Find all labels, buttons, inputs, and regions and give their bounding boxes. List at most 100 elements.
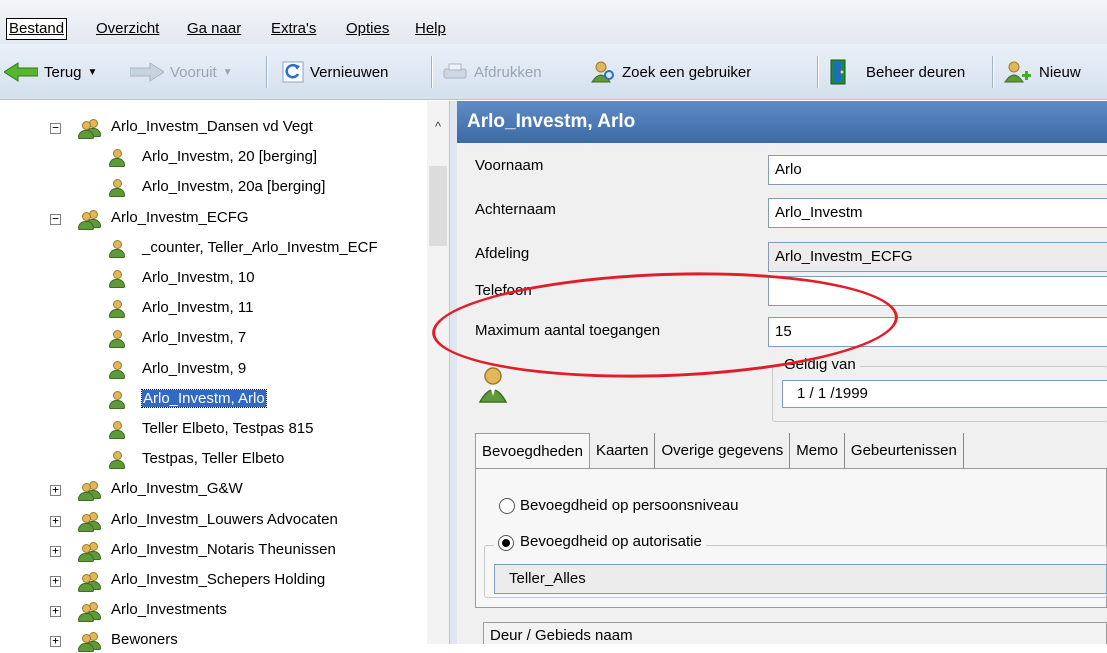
collapse-icon[interactable]: − <box>50 122 61 134</box>
toolbar-separator <box>431 56 432 88</box>
tree-user-node[interactable]: Testpas, Teller Elbeto <box>142 448 284 472</box>
chevron-down-icon: ▼ <box>222 66 233 78</box>
expand-icon[interactable]: + <box>50 484 61 496</box>
tree-group-node[interactable]: Arlo_Investm_G&W <box>111 478 243 502</box>
person-icon <box>478 367 508 403</box>
person-icon <box>108 360 126 380</box>
afdeling-field[interactable]: Arlo_Investm_ECFG <box>768 242 1107 272</box>
valid-from-label: Geldig van <box>780 356 860 373</box>
radio-personal-level-label: Bevoegdheid op persoonsniveau <box>520 497 739 514</box>
avatar <box>478 366 508 404</box>
back-arrow-icon <box>4 62 38 82</box>
tree-group-node[interactable]: Bewoners <box>111 629 178 653</box>
back-button[interactable]: Terug ▼ <box>4 58 97 86</box>
refresh-button[interactable]: Vernieuwen <box>282 58 388 86</box>
tree-user-node[interactable]: Arlo_Investm, 7 <box>142 327 246 351</box>
expand-icon[interactable]: + <box>50 635 61 647</box>
radio-authorization-label: Bevoegdheid op autorisatie <box>520 533 702 550</box>
tree-node-label: Arlo_Investm, 20a [berging] <box>142 178 326 195</box>
expand-icon[interactable]: + <box>50 545 61 557</box>
find-user-button[interactable]: Zoek een gebruiker <box>590 58 751 86</box>
authorization-select[interactable]: Teller_Alles <box>494 564 1107 594</box>
tree-group-node[interactable]: Arlo_Investm_ECFG <box>111 207 249 231</box>
door-icon <box>830 59 846 85</box>
achternaam-label: Achternaam <box>475 201 556 218</box>
max-access-field[interactable]: 15 <box>768 317 1107 347</box>
tree-user-node[interactable]: _counter, Teller_Arlo_Investm_ECF <box>142 237 378 261</box>
user-group-icon <box>77 541 101 562</box>
tree-user-node[interactable]: Arlo_Investm, 9 <box>142 358 246 382</box>
tree-user-node[interactable]: Arlo_Investm, Arlo <box>141 388 267 412</box>
tree-node-label: Arlo_Investm, 11 <box>142 299 254 316</box>
tab-kaarten[interactable]: Kaarten <box>590 433 656 469</box>
person-icon <box>108 148 126 168</box>
menu-help[interactable]: Help <box>413 19 448 41</box>
tree-node-label: Teller Elbeto, Testpas 815 <box>142 420 314 437</box>
expand-icon[interactable]: + <box>50 575 61 587</box>
tree-user-node[interactable]: Arlo_Investm, 11 <box>142 297 253 321</box>
person-icon <box>108 239 126 259</box>
manage-doors-button[interactable]: Beheer deuren <box>828 58 965 86</box>
print-button[interactable]: Afdrukken <box>442 58 542 86</box>
radio-personal-level[interactable] <box>499 498 515 514</box>
tree-group-node[interactable]: Arlo_Investm_Schepers Holding <box>111 569 325 593</box>
user-group-icon <box>77 601 101 622</box>
voornaam-field[interactable]: Arlo <box>768 155 1107 185</box>
tree-user-node[interactable]: Teller Elbeto, Testpas 815 <box>142 418 314 442</box>
tree-group-node[interactable]: Arlo_Investm_Louwers Advocaten <box>111 509 338 533</box>
tree-group-node[interactable]: Arlo_Investm_Notaris Theunissen <box>111 539 336 563</box>
achternaam-field[interactable]: Arlo_Investm <box>768 198 1107 228</box>
detail-tabs: Bevoegdheden Kaarten Overige gegevens Me… <box>475 433 964 469</box>
new-button[interactable]: Nieuw <box>1003 58 1081 86</box>
tab-overige-gegevens[interactable]: Overige gegevens <box>655 433 791 469</box>
radio-authorization[interactable] <box>498 535 514 551</box>
menu-bestand[interactable]: Bestand <box>6 18 68 40</box>
menu-ga-naar[interactable]: Ga naar <box>185 19 243 41</box>
tree-node-label: Testpas, Teller Elbeto <box>142 450 285 467</box>
max-access-label: Maximum aantal toegangen <box>475 322 661 339</box>
toolbar-separator <box>992 56 993 88</box>
toolbar-separator <box>817 56 818 88</box>
collapse-icon[interactable]: − <box>50 213 61 225</box>
forward-button[interactable]: Vooruit ▼ <box>130 58 233 86</box>
tab-bevoegdheden[interactable]: Bevoegdheden <box>475 433 590 469</box>
valid-from-date-field[interactable]: 1 / 1 /1999 <box>782 380 1107 408</box>
tree-node-label: Arlo_Investm, Arlo <box>141 389 267 408</box>
tree-node-label: Arlo_Investm_Dansen vd Vegt <box>111 118 313 135</box>
afdeling-label: Afdeling <box>475 245 530 262</box>
person-icon <box>108 390 126 410</box>
tab-memo[interactable]: Memo <box>790 433 845 469</box>
menu-opties[interactable]: Opties <box>344 19 391 41</box>
user-group-icon <box>77 631 101 652</box>
panel-splitter[interactable] <box>449 101 457 644</box>
user-search-icon <box>591 61 614 83</box>
expand-icon[interactable]: + <box>50 515 61 527</box>
grid-header-door-name[interactable]: Deur / Gebieds naam <box>483 622 1107 644</box>
person-icon <box>108 450 126 470</box>
tree-node-label: Arlo_Investm_Schepers Holding <box>111 571 326 588</box>
user-group-icon <box>77 511 101 532</box>
user-group-icon <box>77 571 101 592</box>
scrollbar-thumb[interactable] <box>429 166 447 246</box>
authorization-group-title: Bevoegdheid op autorisatie <box>494 533 706 555</box>
user-group-icon <box>77 118 101 139</box>
scroll-up-icon[interactable]: ^ <box>429 118 447 136</box>
person-icon <box>108 299 126 319</box>
user-group-icon <box>77 209 101 230</box>
tree-user-node[interactable]: Arlo_Investm, 20a [berging] <box>142 176 325 200</box>
toolbar: Terug ▼ Vooruit ▼ Vernieuwen Afdrukken Z… <box>0 44 1107 100</box>
tree-node-label: Arlo_Investm_Louwers Advocaten <box>111 511 338 528</box>
expand-icon[interactable]: + <box>50 605 61 617</box>
tree-group-node[interactable]: Arlo_Investments <box>111 599 227 623</box>
tree-group-node[interactable]: Arlo_Investm_Dansen vd Vegt <box>111 116 313 140</box>
tab-gebeurtenissen[interactable]: Gebeurtenissen <box>845 433 964 469</box>
menu-overzicht[interactable]: Overzicht <box>94 19 161 41</box>
tree-user-node[interactable]: Arlo_Investm, 10 <box>142 267 255 291</box>
add-user-icon <box>1004 61 1031 83</box>
user-group-icon <box>77 480 101 501</box>
printer-icon <box>443 63 467 79</box>
menu-extras[interactable]: Extra's <box>269 19 318 41</box>
toolbar-separator <box>266 56 267 88</box>
telefoon-field[interactable] <box>768 276 1107 306</box>
tree-user-node[interactable]: Arlo_Investm, 20 [berging] <box>142 146 317 170</box>
